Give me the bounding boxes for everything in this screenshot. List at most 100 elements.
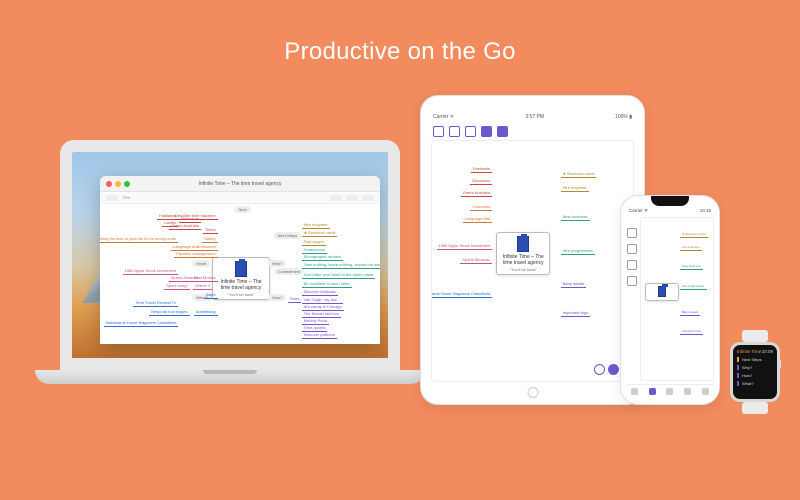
node[interactable]: Backwards Home Magazine Classifieds bbox=[431, 290, 492, 298]
node[interactable]: Costumes bbox=[470, 203, 492, 211]
node[interactable]: Sales bbox=[204, 291, 218, 299]
node[interactable]: Meeting the love of your life in the wro… bbox=[100, 235, 178, 243]
node[interactable]: Temporal tour lingles bbox=[149, 308, 190, 316]
mac-mindmap-canvas[interactable]: Next Infinite Time – The time travel age… bbox=[100, 204, 380, 344]
tardis-icon bbox=[235, 261, 247, 277]
toolbar-share-button[interactable] bbox=[362, 195, 374, 201]
toolbar-doc-icon[interactable] bbox=[465, 126, 476, 137]
page-headline: Productive on the Go bbox=[0, 38, 800, 66]
node[interactable]: Baby details bbox=[680, 309, 700, 316]
node[interactable]: Fastlands bbox=[471, 165, 492, 173]
mindmap-center-node[interactable]: Infinite Time – The time travel agency "… bbox=[496, 232, 550, 275]
phone-tool-note-icon[interactable] bbox=[627, 276, 637, 286]
watch-face[interactable]: Infinite Time 10:09 Next Steps Why? How?… bbox=[730, 342, 780, 402]
node[interactable]: Hire programmer bbox=[561, 247, 595, 255]
node[interactable]: Baby details bbox=[561, 280, 587, 288]
node[interactable]: Best Movies bbox=[192, 274, 218, 282]
laptop-screen: Infinite Time – The time travel agency 7… bbox=[60, 140, 400, 370]
laptop-trackpad-notch bbox=[203, 370, 257, 374]
phone-tool-home-icon[interactable] bbox=[627, 244, 637, 254]
tab-search-icon[interactable] bbox=[684, 388, 691, 395]
phone-tool-doc-icon[interactable] bbox=[627, 260, 637, 270]
tab-tree-icon[interactable] bbox=[649, 388, 656, 395]
toolbar-style-icon[interactable] bbox=[497, 126, 508, 137]
watch-item[interactable]: Why? bbox=[737, 365, 773, 370]
phone-mindmap-canvas[interactable]: ★ Business cards Hire engineer New busin… bbox=[640, 217, 714, 381]
node[interactable]: Important trips bbox=[561, 309, 591, 317]
toolbar-outline-icon[interactable] bbox=[433, 126, 444, 137]
node[interactable]: Backwards Home Magazine Classifieds bbox=[104, 319, 178, 327]
watch-crown[interactable] bbox=[777, 359, 781, 369]
phone-tool-outline-icon[interactable] bbox=[627, 228, 637, 238]
node[interactable]: 1980 Apple Stock Investment bbox=[437, 242, 493, 250]
node[interactable]: Language Arts bbox=[463, 215, 493, 223]
tablet-device: Carrier ᯤ 3:57 PM 100% ▮ Infinite Time –… bbox=[420, 95, 645, 405]
node[interactable]: Sport: easy! bbox=[164, 282, 189, 290]
group-next-steps[interactable]: Next Steps bbox=[274, 232, 302, 239]
node[interactable]: Desolate time machine bbox=[173, 212, 218, 220]
node[interactable]: Hire engineer bbox=[302, 221, 330, 229]
node[interactable]: Important trips bbox=[680, 328, 703, 335]
tablet-mindmap-canvas[interactable]: Infinite Time – The time travel agency "… bbox=[431, 140, 634, 382]
mac-toolbar: 73% bbox=[100, 192, 380, 204]
watch-item[interactable]: Next Steps bbox=[737, 357, 773, 362]
node[interactable]: Hire programmer bbox=[680, 283, 707, 290]
node[interactable]: ★ Business cards bbox=[561, 170, 597, 178]
mac-titlebar: Infinite Time – The time travel agency bbox=[100, 176, 380, 192]
node[interactable]: Sports Almanac bbox=[460, 256, 492, 264]
node[interactable]: Tours bbox=[288, 295, 302, 303]
node[interactable]: Green Australia bbox=[461, 189, 493, 197]
watch-item[interactable]: What? bbox=[737, 381, 773, 386]
node[interactable]: Discover partners bbox=[302, 331, 337, 339]
fab-undo-icon[interactable] bbox=[594, 364, 605, 375]
node[interactable]: Online !! bbox=[193, 282, 212, 290]
laptop-device: Infinite Time – The time travel agency 7… bbox=[40, 140, 420, 384]
node[interactable]: Don't take your tours to the same place bbox=[302, 271, 375, 279]
phone-tabbar bbox=[626, 384, 714, 398]
node[interactable]: New business bbox=[561, 213, 590, 221]
laptop-base bbox=[35, 370, 425, 384]
node[interactable]: Discover Australia bbox=[302, 288, 338, 296]
phone-status-bar: Carrier ᯤ 10:15 bbox=[626, 208, 714, 217]
node[interactable]: Find lawyer bbox=[302, 238, 326, 246]
node[interactable]: Be excellent to each other bbox=[302, 280, 352, 288]
fab-add-icon[interactable] bbox=[608, 364, 619, 375]
group-commitment[interactable]: Commitment bbox=[274, 268, 305, 275]
node[interactable]: Hire engineer bbox=[680, 244, 702, 251]
node[interactable]: Dinosaurs bbox=[470, 177, 492, 185]
node[interactable]: ★ Business cards bbox=[680, 231, 708, 238]
watch-strap-top bbox=[742, 330, 768, 342]
phone-status-time: 10:15 bbox=[700, 208, 711, 214]
group-why[interactable]: Why? bbox=[268, 260, 286, 267]
node[interactable]: Take nothing, leave nothing, accept the … bbox=[302, 261, 380, 269]
mindmap-center-node[interactable] bbox=[645, 283, 679, 301]
watch-item[interactable]: How? bbox=[737, 373, 773, 378]
toolbar-home-icon[interactable] bbox=[449, 126, 460, 137]
node[interactable]: Green Australia bbox=[169, 222, 201, 230]
tab-more-icon[interactable] bbox=[702, 388, 709, 395]
toolbar-back-button[interactable] bbox=[106, 195, 118, 201]
node[interactable]: Paradox management bbox=[174, 250, 217, 258]
tablet-home-button[interactable] bbox=[527, 387, 538, 398]
node[interactable]: Times bbox=[203, 226, 218, 234]
center-subtitle: "You'll be back" bbox=[500, 267, 546, 272]
tab-home-icon[interactable] bbox=[631, 388, 638, 395]
tablet-toolbar bbox=[431, 124, 634, 140]
mindmap-center-node[interactable]: Infinite Time – The time travel agency "… bbox=[212, 257, 270, 300]
mac-app-window: Infinite Time – The time travel agency 7… bbox=[100, 176, 380, 344]
node[interactable]: Advertising bbox=[194, 308, 218, 316]
toolbar-mindmap-icon[interactable] bbox=[481, 126, 492, 137]
toolbar-zoom-label: 73% bbox=[122, 195, 130, 200]
node[interactable]: ★ Business cards bbox=[302, 229, 338, 237]
node[interactable]: Safety bbox=[202, 235, 217, 243]
node[interactable]: New business bbox=[680, 263, 703, 270]
node[interactable]: Ethnographic studies bbox=[302, 253, 343, 261]
node[interactable]: Hire engineer bbox=[561, 184, 589, 192]
node[interactable]: Time Travel Review/TV bbox=[133, 299, 178, 307]
toolbar-view-button[interactable] bbox=[330, 195, 342, 201]
root-pill[interactable]: Next bbox=[234, 206, 250, 213]
group-heart[interactable]: Heart bbox=[192, 260, 210, 267]
toolbar-style-button[interactable] bbox=[346, 195, 358, 201]
group-how[interactable]: How? bbox=[268, 294, 286, 301]
tab-doc-icon[interactable] bbox=[666, 388, 673, 395]
